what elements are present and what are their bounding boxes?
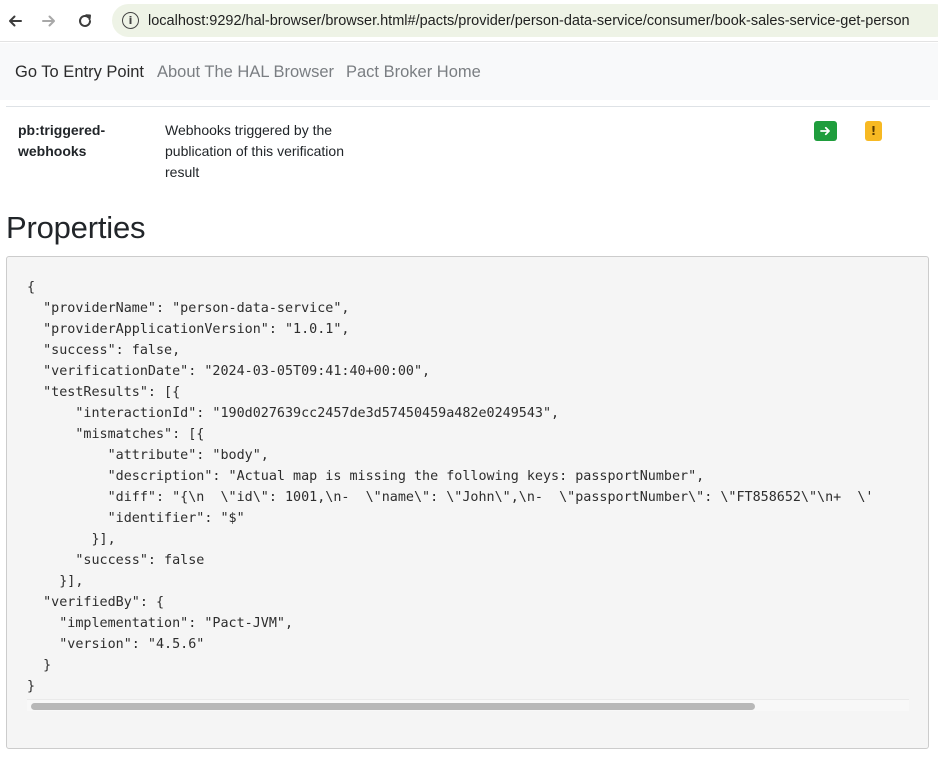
horizontal-scrollbar[interactable] [27,699,909,711]
exclamation-icon: ! [870,124,877,138]
arrow-right-icon [42,15,55,27]
non-get-request-button[interactable]: ! [865,121,882,141]
scrollbar-thumb[interactable] [31,703,755,710]
link-rel-line: webhooks [18,143,87,159]
link-rel-line: pb:triggered- [18,122,106,138]
link-title-line: publication of this verification [165,143,344,159]
arrow-right-icon [820,126,830,136]
nav-pact-broker-home[interactable]: Pact Broker Home [346,63,481,82]
hal-navbar: Go To Entry Point About The HAL Browser … [0,43,938,100]
address-bar[interactable]: i localhost:9292/hal-browser/browser.htm… [112,4,938,37]
follow-link-button[interactable] [814,121,837,141]
browser-toolbar: i localhost:9292/hal-browser/browser.htm… [0,0,938,42]
nav-go-to-entry-point[interactable]: Go To Entry Point [15,63,144,82]
properties-code-block[interactable]: { "providerName": "person-data-service",… [6,256,929,749]
info-icon[interactable]: i [122,12,139,29]
link-title-line: Webhooks triggered by the [165,122,333,138]
url-text[interactable]: localhost:9292/hal-browser/browser.html#… [148,13,910,29]
arrow-left-icon [9,15,22,27]
properties-json: { "providerName": "person-data-service",… [27,280,874,694]
table-divider [6,106,930,107]
reload-icon [79,14,91,27]
link-rel-name: pb:triggered- webhooks [18,120,148,162]
link-title: Webhooks triggered by the publication of… [165,120,365,183]
forward-button[interactable] [36,9,62,33]
reload-button[interactable] [72,9,98,33]
nav-about-hal-browser[interactable]: About The HAL Browser [157,63,334,82]
properties-heading: Properties [6,210,146,245]
back-button[interactable] [2,9,28,33]
link-title-line: result [165,164,200,180]
